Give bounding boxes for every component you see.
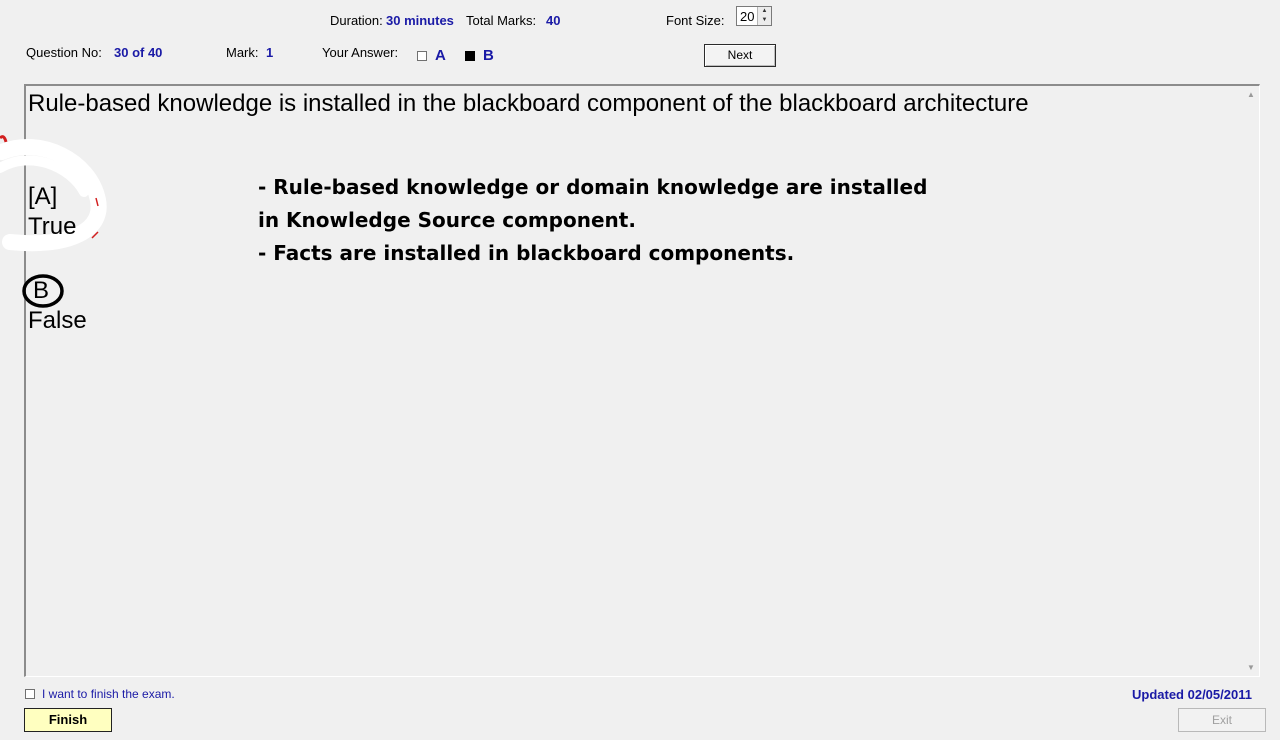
vertical-scrollbar[interactable]: ▲ ▼ bbox=[1243, 86, 1259, 676]
spinner-down-icon[interactable]: ▼ bbox=[758, 16, 771, 25]
note-line: - Facts are installed in blackboard comp… bbox=[258, 241, 795, 265]
option-a-text: True bbox=[28, 213, 77, 240]
font-size-spinner[interactable]: 20 ▲ ▼ bbox=[736, 6, 772, 26]
exit-button[interactable]: Exit bbox=[1178, 708, 1266, 732]
scroll-up-icon[interactable]: ▲ bbox=[1247, 90, 1255, 99]
option-b-text: False bbox=[28, 307, 87, 334]
finish-button[interactable]: Finish bbox=[24, 708, 112, 732]
total-marks-label: Total Marks: bbox=[466, 13, 537, 28]
duration-label: Duration: bbox=[330, 13, 383, 28]
note-line: in Knowledge Source component. bbox=[258, 208, 636, 232]
option-b-key: B bbox=[33, 277, 50, 304]
spinner-buttons: ▲ ▼ bbox=[757, 7, 771, 25]
explanation-note: - Rule-based knowledge or domain knowled… bbox=[258, 171, 927, 270]
updated-date: Updated 02/05/2011 bbox=[1132, 687, 1252, 702]
answer-b-label: B bbox=[483, 47, 494, 64]
your-answer-label: Your Answer: bbox=[322, 45, 399, 60]
finish-exam-checkbox[interactable] bbox=[25, 689, 35, 699]
answer-b-checkbox[interactable] bbox=[465, 51, 475, 61]
next-button[interactable]: Next bbox=[704, 44, 776, 67]
scroll-down-icon[interactable]: ▼ bbox=[1247, 663, 1255, 672]
mark-label: Mark: bbox=[226, 45, 259, 60]
spinner-up-icon[interactable]: ▲ bbox=[758, 7, 771, 16]
option-a-key: [A] bbox=[28, 183, 58, 210]
font-size-label: Font Size: bbox=[666, 13, 725, 28]
question-no-value: 30 of 40 bbox=[114, 45, 163, 60]
note-line: - Rule-based knowledge or domain knowled… bbox=[258, 175, 928, 199]
answer-a-label: A bbox=[435, 47, 446, 64]
answer-a-checkbox[interactable] bbox=[417, 51, 427, 61]
finish-exam-label[interactable]: I want to finish the exam. bbox=[42, 687, 175, 701]
duration-value: 30 minutes bbox=[386, 13, 454, 28]
font-size-value: 20 bbox=[740, 9, 755, 24]
mark-value: 1 bbox=[266, 45, 274, 60]
question-text: Rule-based knowledge is installed in the… bbox=[28, 90, 1029, 117]
question-no-label: Question No: bbox=[26, 45, 102, 60]
total-marks-value: 40 bbox=[546, 13, 561, 28]
